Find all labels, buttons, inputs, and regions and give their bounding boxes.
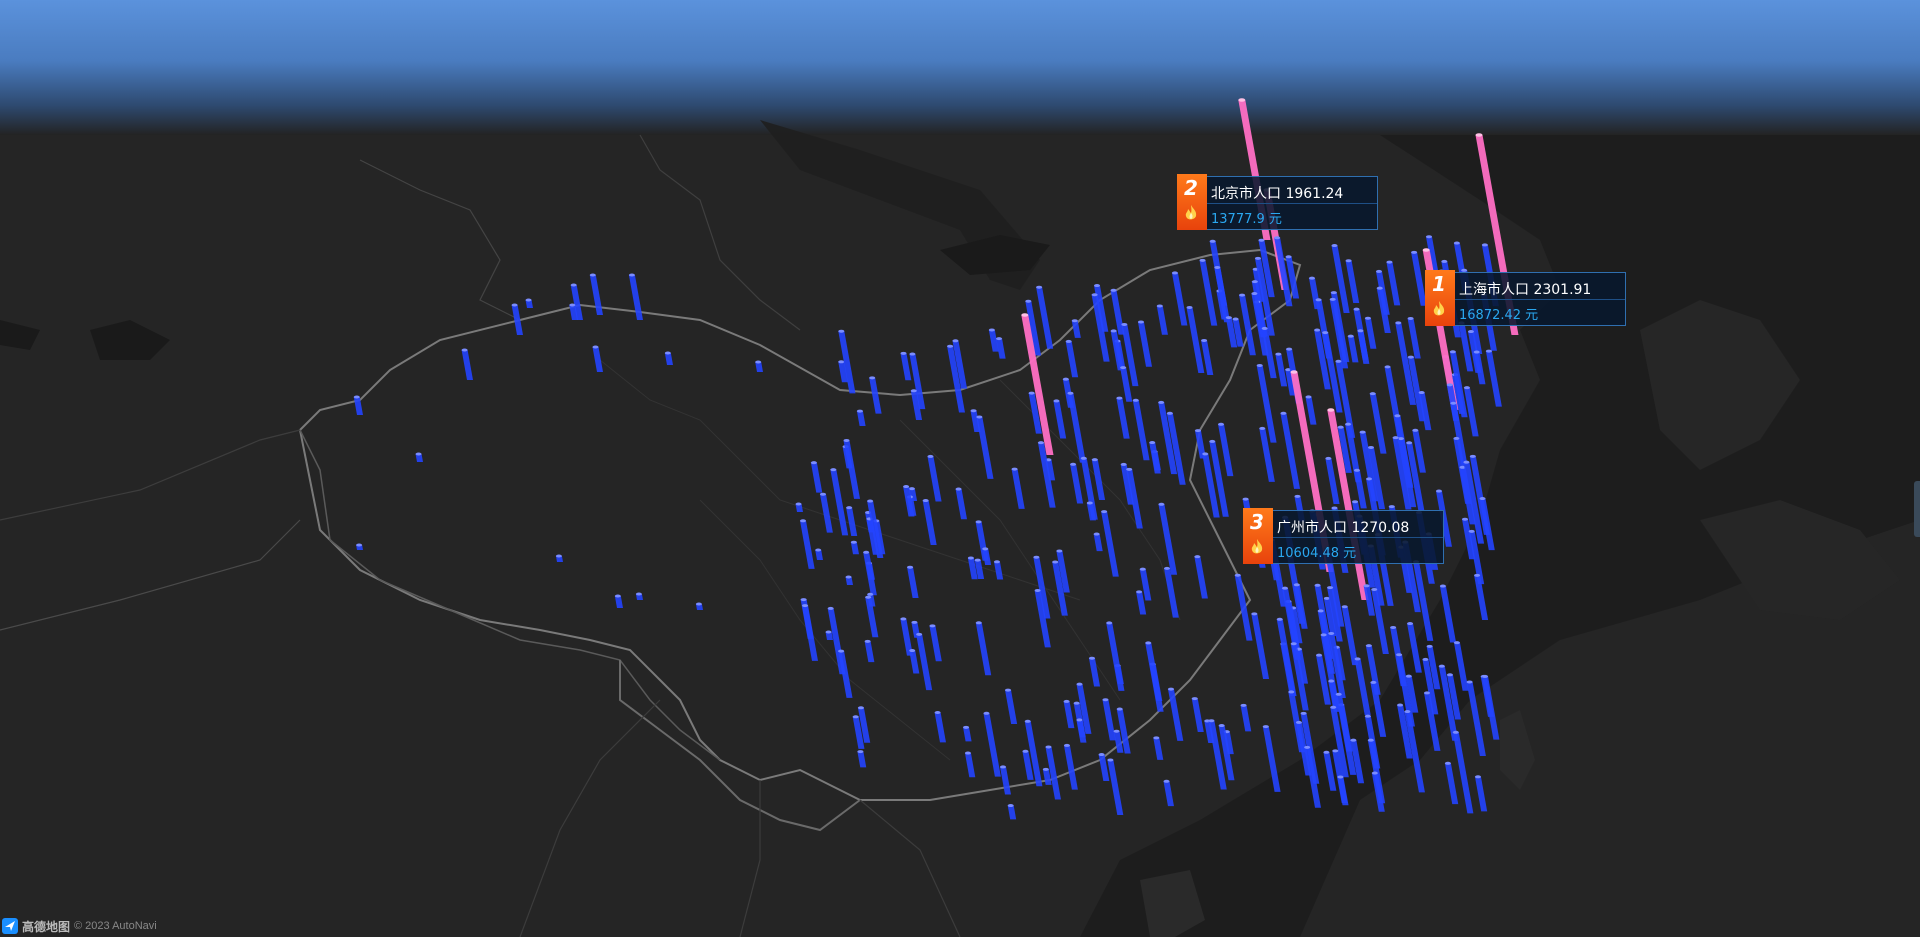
label-divider — [1273, 537, 1443, 538]
rank-badge: 1 — [1425, 270, 1455, 326]
rank-badge: 3 — [1243, 508, 1273, 564]
copyright: © 2023 AutoNavi — [74, 920, 157, 932]
map-view[interactable]: 2 北京市人口 1961.24 13777.9 元 1 上海市人口 2301.9… — [0, 0, 1920, 937]
label-value: 16872.42 元 — [1459, 308, 1539, 323]
top-label-guangzhou[interactable]: 3 广州市人口 1270.08 10604.48 元 — [1243, 508, 1473, 564]
label-divider — [1455, 299, 1625, 300]
label-divider — [1207, 203, 1377, 204]
rank-number: 2 — [1184, 176, 1198, 200]
land-masses — [0, 120, 1920, 937]
flame-icon — [1433, 301, 1445, 316]
amap-logo-icon — [2, 918, 18, 934]
label-box: 广州市人口 1270.08 10604.48 元 — [1273, 510, 1444, 564]
map-canvas[interactable] — [0, 0, 1920, 937]
label-title: 上海市人口 2301.91 — [1459, 282, 1592, 298]
side-handle[interactable] — [1914, 481, 1920, 537]
label-box: 上海市人口 2301.91 16872.42 元 — [1455, 272, 1626, 326]
flame-icon — [1251, 539, 1263, 554]
map-footer: 高德地图 © 2023 AutoNavi — [2, 917, 157, 935]
label-value: 10604.48 元 — [1277, 546, 1357, 561]
flame-icon — [1185, 205, 1197, 220]
label-title: 北京市人口 1961.24 — [1211, 186, 1344, 202]
label-value: 13777.9 元 — [1211, 212, 1282, 227]
label-box: 北京市人口 1961.24 13777.9 元 — [1207, 176, 1378, 230]
amap-logo-text: 高德地图 — [22, 919, 71, 934]
top-label-beijing[interactable]: 2 北京市人口 1961.24 13777.9 元 — [1177, 174, 1407, 230]
rank-number: 1 — [1432, 272, 1446, 296]
rank-badge: 2 — [1177, 174, 1207, 230]
rank-number: 3 — [1250, 510, 1264, 534]
top-label-shanghai[interactable]: 1 上海市人口 2301.91 16872.42 元 — [1425, 270, 1655, 326]
label-title: 广州市人口 1270.08 — [1277, 520, 1410, 536]
